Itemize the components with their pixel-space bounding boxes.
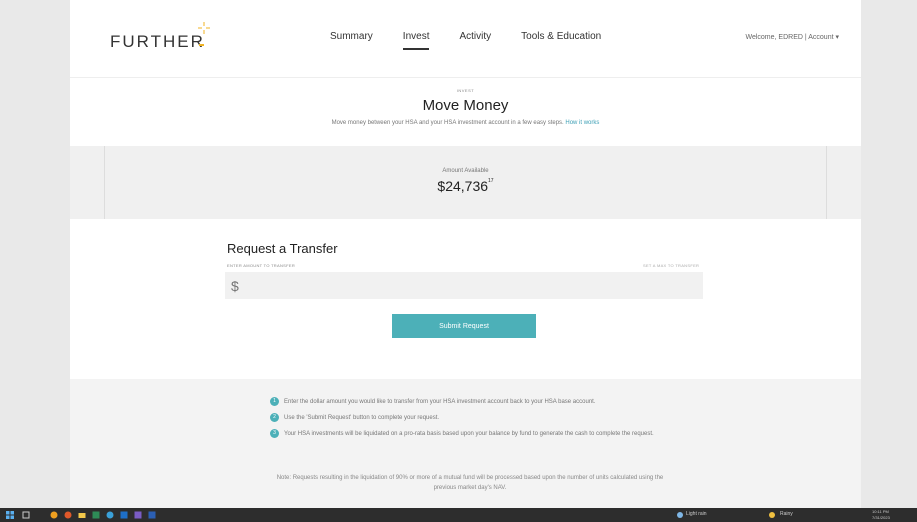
instruction-item: 2 Use the 'Submit Request' button to com… [270,413,670,423]
account-menu[interactable]: Welcome, EDRED | Account ▾ [745,33,839,41]
step-number-badge: 3 [270,429,279,438]
file-explorer-icon[interactable] [78,511,86,519]
amount-cents: 17 [488,178,494,184]
transfer-amount-input[interactable] [225,272,703,299]
windows-taskbar: Light rain Rainy 10:11 PM 7/31/2023 [0,508,917,522]
page-container: FURTHER Summary Invest Activity Tools & … [70,0,861,508]
max-transfer-link[interactable]: SET A MAX TO TRANSFER [643,263,699,268]
how-it-works-link[interactable]: How it works [565,120,599,126]
instruction-text: Enter the dollar amount you would like t… [284,399,596,405]
edge-icon[interactable] [106,511,114,519]
logo-underline [199,44,204,46]
windows-start-icon[interactable] [6,511,14,519]
nav-tools-education[interactable]: Tools & Education [521,31,601,42]
instruction-text: Your HSA investments will be liquidated … [284,431,654,437]
word-icon[interactable] [148,511,156,519]
edge-browser-icon[interactable] [50,511,58,519]
instructions-list: 1 Enter the dollar amount you would like… [270,397,670,445]
excel-icon[interactable] [92,511,100,519]
app-icon[interactable] [134,511,142,519]
title-block: INVEST Move Money Move money between you… [70,78,861,146]
further-logo[interactable]: FURTHER [110,32,205,52]
subtitle-text: Move money between your HSA and your HSA… [331,120,564,126]
task-view-icon[interactable] [22,511,30,519]
instruction-text: Use the 'Submit Request' button to compl… [284,415,440,421]
logo-sparkle-icon [198,22,210,34]
instruction-item: 3 Your HSA investments will be liquidate… [270,429,670,439]
amount-dollars: $24,736 [437,178,489,194]
transfer-title: Request a Transfer [227,241,338,256]
instructions-panel: 1 Enter the dollar amount you would like… [70,379,861,508]
liquidation-note: Note: Requests resulting in the liquidat… [276,475,664,491]
panel-divider-right [826,146,827,219]
page-title: Move Money [422,97,509,114]
outlook-icon[interactable] [120,511,128,519]
nav-activity[interactable]: Activity [459,31,491,42]
clock-date[interactable]: 7/31/2023 [872,515,890,520]
panel-divider-left [104,146,105,219]
step-number-badge: 2 [270,413,279,422]
weather-text[interactable]: Light rain [686,511,707,517]
nav-summary[interactable]: Summary [330,31,373,42]
weather-status: Rainy [780,511,793,517]
main-nav: Summary Invest Activity Tools & Educatio… [330,31,631,50]
transfer-form: Request a Transfer ENTER AMOUNT TO TRANS… [70,219,861,379]
section-eyebrow: INVEST [456,88,475,93]
page-subtitle: Move money between your HSA and your HSA… [70,120,861,126]
instruction-item: 1 Enter the dollar amount you would like… [270,397,670,407]
submit-request-button[interactable]: Submit Request [392,314,536,338]
amount-field-label: ENTER AMOUNT TO TRANSFER [227,263,296,268]
amount-available-panel: Amount Available $24,73617 [70,146,861,219]
amount-available-label: Amount Available [442,168,489,174]
amount-available-value: $24,73617 [70,178,861,194]
nav-invest[interactable]: Invest [402,31,429,50]
firefox-icon[interactable] [64,511,72,519]
clock-time[interactable]: 10:11 PM [872,509,889,514]
step-number-badge: 1 [270,397,279,406]
site-header: FURTHER Summary Invest Activity Tools & … [70,0,861,78]
weather-icon[interactable] [676,511,684,519]
rain-icon[interactable] [768,511,776,519]
